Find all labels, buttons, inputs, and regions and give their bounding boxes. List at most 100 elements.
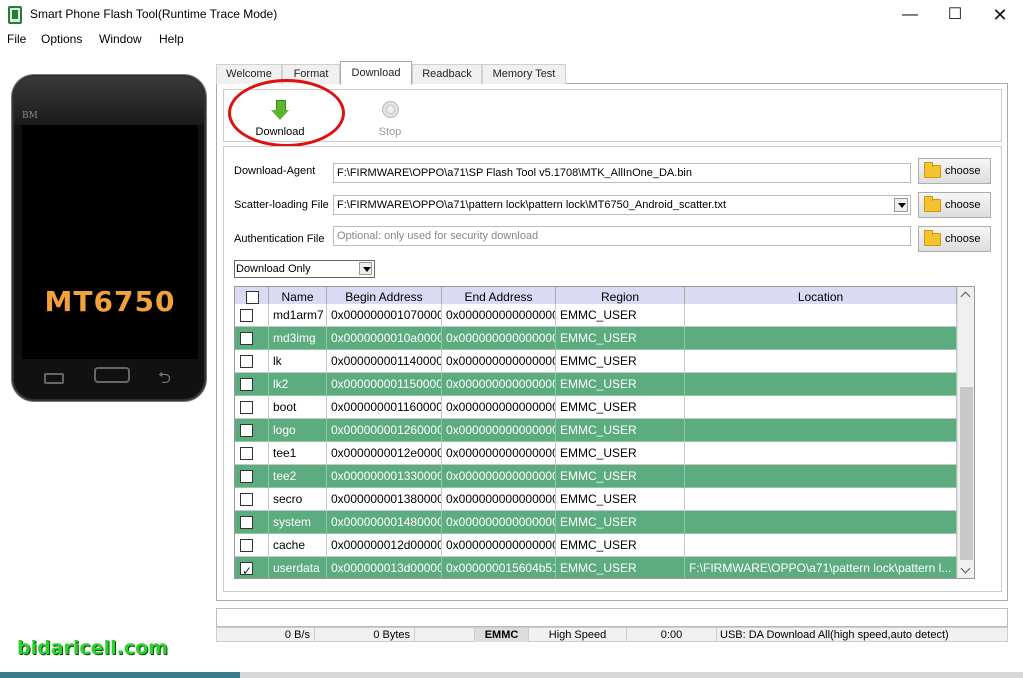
toolbar: Download Stop — [223, 89, 1002, 142]
tab-welcome[interactable]: Welcome — [216, 64, 282, 84]
menu-help[interactable]: Help — [159, 32, 184, 46]
stop-button[interactable]: Stop — [355, 90, 425, 142]
auth-file-field[interactable]: Optional: only used for security downloa… — [333, 226, 911, 246]
choose-scatter-button[interactable]: choose — [918, 192, 991, 218]
partition-table: Name Begin Address End Address Region Lo… — [234, 286, 975, 579]
row-begin-address: 0x000000013d000000 — [327, 557, 442, 578]
table-row[interactable]: system 0x0000000014800000 0x00000000000000… — [235, 511, 957, 534]
row-name: system — [269, 511, 327, 534]
row-checkbox[interactable] — [240, 401, 253, 414]
auth-file-label: Authentication File — [234, 233, 325, 245]
folder-icon — [924, 196, 941, 212]
table-row[interactable]: lk 0x0000000011400000 0x0000000000000000 EM… — [235, 350, 957, 373]
choose-download-agent-button[interactable]: choose — [918, 158, 991, 184]
row-begin-address: 0x0000000012600000 — [327, 419, 442, 442]
phone-illustration: BM MT6750 — [12, 75, 206, 401]
table-row[interactable]: boot 0x0000000011600000 0x0000000000000000… — [235, 396, 957, 419]
row-checkbox[interactable] — [240, 539, 253, 552]
table-row[interactable]: md1arm7 0x0000000010700000 0x0000000000000… — [235, 304, 957, 327]
table-row[interactable]: tee2 0x0000000013300000 0x0000000000000000… — [235, 465, 957, 488]
progress-bar — [216, 608, 1008, 627]
app-icon — [8, 6, 22, 24]
phone-top-bezel — [14, 77, 204, 125]
row-name: lk2 — [269, 373, 327, 396]
row-checkbox[interactable] — [240, 516, 253, 529]
row-end-address: 0x0000000000000000 — [442, 419, 556, 442]
row-checkbox[interactable] — [240, 332, 253, 345]
status-usb-speed: High Speed — [529, 628, 627, 642]
row-region: EMMC_USER — [556, 419, 685, 442]
select-all-checkbox[interactable] — [246, 291, 259, 304]
download-agent-field[interactable]: F:\FIRMWARE\OPPO\a71\SP Flash Tool v5.17… — [333, 163, 911, 183]
menu-options[interactable]: Options — [41, 32, 82, 46]
row-end-address: 0x0000000000000000 — [442, 396, 556, 419]
folder-icon — [924, 230, 941, 246]
row-checkbox[interactable] — [240, 560, 253, 578]
row-checkbox[interactable] — [240, 378, 253, 391]
vertical-scrollbar[interactable] — [957, 287, 974, 578]
table-row[interactable]: secro 0x0000000013800000 0x000000000000000… — [235, 488, 957, 511]
status-storage: EMMC — [475, 628, 529, 642]
scatter-label: Scatter-loading File — [234, 199, 329, 211]
menu-file[interactable]: File — [7, 32, 26, 46]
table-row[interactable]: userdata0x000000013d0000000x000000015604… — [235, 557, 957, 578]
status-usb-message: USB: DA Download All(high speed,auto det… — [720, 629, 949, 641]
scatter-file-value: F:\FIRMWARE\OPPO\a71\pattern lock\patter… — [337, 199, 727, 211]
row-begin-address: 0x0000000011500000 — [327, 373, 442, 396]
status-bytes: 0 Bytes — [315, 628, 415, 642]
row-select — [235, 557, 269, 578]
row-checkbox[interactable] — [240, 355, 253, 368]
download-mode-select[interactable]: Download Only — [234, 260, 375, 278]
row-region: EMMC_USER — [556, 373, 685, 396]
tab-download[interactable]: Download — [340, 61, 412, 85]
row-location — [685, 304, 957, 327]
row-location — [685, 488, 957, 511]
scroll-up-icon[interactable] — [958, 287, 974, 304]
tab-memory-test[interactable]: Memory Test — [482, 64, 566, 84]
row-end-address: 0x0000000000000000 — [442, 488, 556, 511]
table-row[interactable]: cache 0x000000012d000000 0x000000000000000… — [235, 534, 957, 557]
row-end-address: 0x0000000000000000 — [442, 442, 556, 465]
minimize-button[interactable]: — — [887, 0, 933, 30]
download-button[interactable]: Download — [245, 90, 315, 142]
row-location — [685, 327, 957, 350]
chevron-down-icon[interactable] — [894, 198, 908, 212]
row-end-address: 0x0000000000000000 — [442, 304, 556, 327]
row-select — [235, 419, 269, 442]
menu-window[interactable]: Window — [99, 32, 142, 46]
maximize-button[interactable]: ☐ — [932, 0, 978, 30]
row-end-address: 0x0000000000000000 — [442, 534, 556, 557]
table-row[interactable]: lk2 0x0000000011500000 0x0000000000000000 E… — [235, 373, 957, 396]
row-region: EMMC_USER — [556, 396, 685, 419]
close-button[interactable]: ✕ — [977, 0, 1023, 30]
row-end-address: 0x0000000000000000 — [442, 511, 556, 534]
scatter-file-select[interactable]: F:\FIRMWARE\OPPO\a71\pattern lock\patter… — [333, 195, 911, 215]
table-row[interactable]: logo 0x0000000012600000 0x0000000000000000… — [235, 419, 957, 442]
row-begin-address: 0x0000000012e00000 — [327, 442, 442, 465]
row-end-address: 0x0000000000000000 — [442, 373, 556, 396]
row-checkbox[interactable] — [240, 493, 253, 506]
tab-format[interactable]: Format — [282, 64, 340, 84]
scroll-down-icon[interactable] — [958, 562, 974, 578]
tab-readback[interactable]: Readback — [412, 64, 482, 84]
row-select — [235, 327, 269, 350]
row-checkbox[interactable] — [240, 424, 253, 437]
chevron-down-icon[interactable] — [359, 262, 372, 275]
scrollbar-thumb[interactable] — [960, 387, 973, 560]
row-checkbox[interactable] — [240, 309, 253, 322]
row-select — [235, 442, 269, 465]
table-row[interactable]: md3img 0x0000000010a00000 0x00000000000000… — [235, 327, 957, 350]
table-row[interactable]: tee1 0x0000000012e00000 0x0000000000000000… — [235, 442, 957, 465]
row-location — [685, 442, 957, 465]
row-location — [685, 396, 957, 419]
title-bar: Smart Phone Flash Tool(Runtime Trace Mod… — [0, 0, 1023, 30]
row-location — [685, 534, 957, 557]
download-arrow-icon — [271, 100, 289, 122]
row-checkbox[interactable] — [240, 447, 253, 460]
choose-auth-button[interactable]: choose — [918, 226, 991, 252]
row-end-address: 0x000000015604b51f — [442, 557, 556, 578]
download-mode-value: Download Only — [236, 263, 311, 275]
row-checkbox[interactable] — [240, 470, 253, 483]
row-begin-address: 0x0000000013300000 — [327, 465, 442, 488]
row-region: EMMC_USER — [556, 465, 685, 488]
